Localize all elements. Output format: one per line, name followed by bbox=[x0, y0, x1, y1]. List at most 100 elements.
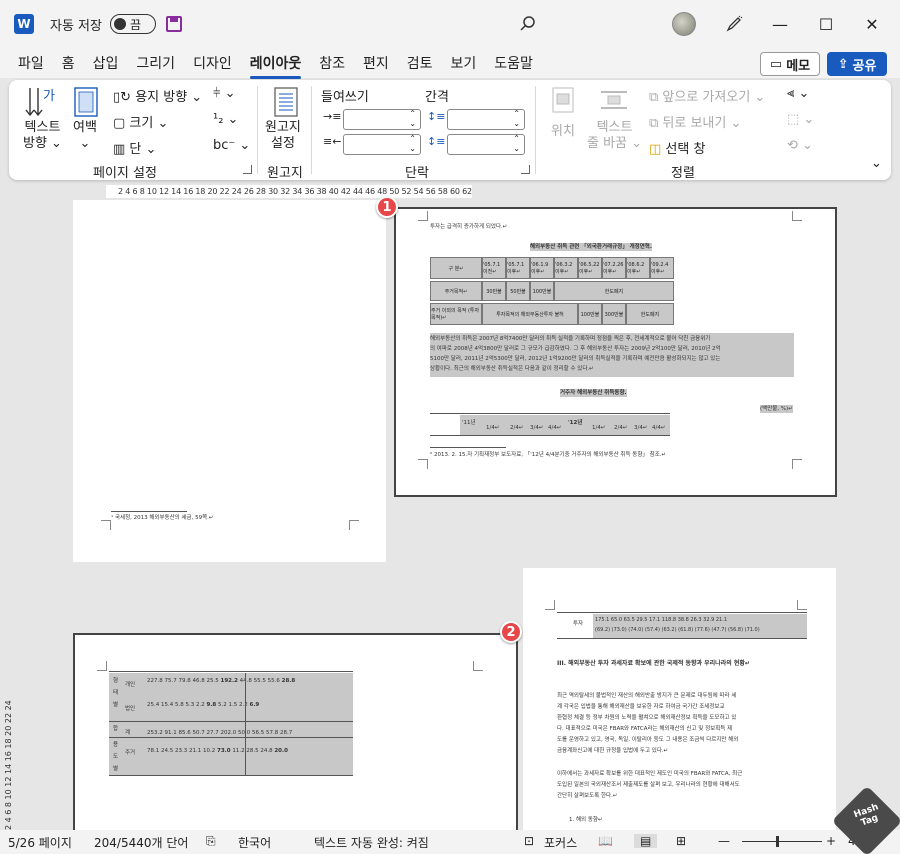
menu-help[interactable]: 도움말 bbox=[494, 49, 533, 77]
zoom-in-button[interactable]: + bbox=[826, 834, 836, 848]
table-caption: 해외부동산 취득 관련 「외국환거래규정」 개정연혁. bbox=[530, 243, 652, 251]
memo-button[interactable]: ▭ 메모 bbox=[760, 52, 820, 76]
align-button[interactable]: ⫷ ⌄ bbox=[787, 86, 809, 101]
search-icon[interactable] bbox=[518, 14, 538, 34]
margins-button[interactable]: 여백 ⌄ bbox=[73, 120, 97, 152]
menu-home[interactable]: 홈 bbox=[62, 49, 75, 77]
menu-file[interactable]: 파일 bbox=[18, 49, 44, 77]
wrap-text-button[interactable]: 텍스트 줄 바꿈 ⌄ bbox=[587, 120, 642, 152]
menu-review[interactable]: 검토 bbox=[407, 49, 433, 77]
svg-text:가: 가 bbox=[43, 89, 55, 104]
page-setup-launcher-icon[interactable] bbox=[243, 165, 252, 174]
position-icon bbox=[552, 87, 574, 113]
section-heading: III. 해외부동산 투자 과세자료 확보에 관한 국제적 동향과 우리나라의 … bbox=[557, 660, 750, 667]
callout-badge-2: 2 bbox=[500, 621, 522, 643]
orientation-label: 용지 방향 bbox=[135, 90, 188, 105]
table-cell: 100만불 bbox=[530, 281, 554, 301]
minimize-button[interactable]: — bbox=[770, 14, 790, 34]
page-thumbnail-2[interactable]: 투자는 급격히 증가하게 되었다.↵ 해외부동산 취득 관련 「외국환거래규정」… bbox=[394, 207, 837, 497]
columns-button[interactable]: ▥ 단 ⌄ bbox=[113, 138, 156, 157]
rotate-button[interactable]: ⟲ ⌄ bbox=[787, 138, 813, 153]
autocomplete-status[interactable]: 텍스트 자동 완성: 켜짐 bbox=[314, 834, 429, 851]
autosave-label: 자동 저장 bbox=[50, 18, 102, 34]
menu-insert[interactable]: 삽입 bbox=[93, 49, 119, 77]
horizontal-ruler[interactable]: 2 4 6 8 10 12 14 16 18 20 22 24 26 28 30… bbox=[106, 185, 472, 198]
text-direction-label-2: 방향 ⌄ bbox=[23, 136, 62, 151]
language-indicator[interactable]: 한국어 bbox=[238, 834, 271, 851]
page-thumbnail-3[interactable]: 형 태 별 합 용 도 별 개인 법인 계 주거 227.8 75.7 79.8… bbox=[73, 633, 518, 833]
zoom-slider-track[interactable] bbox=[742, 841, 822, 842]
selection-pane-icon: ◫ bbox=[649, 142, 666, 157]
spacing-after-input[interactable] bbox=[447, 134, 525, 155]
group-objects-button[interactable]: ⬚ ⌄ bbox=[787, 112, 814, 127]
text-direction-button[interactable]: 텍스트 방향 ⌄ bbox=[23, 120, 62, 152]
spacing-before-icon: ↕≡ bbox=[427, 110, 446, 123]
send-backward-button[interactable]: ⧉ 뒤로 보내기 ⌄ bbox=[649, 112, 741, 131]
breaks-button[interactable]: ⫩ ⌄ bbox=[213, 86, 236, 101]
year-label: '11년 bbox=[462, 420, 476, 426]
spacing-before-input[interactable] bbox=[447, 109, 525, 130]
autosave-toggle[interactable]: 끔 bbox=[109, 14, 156, 34]
margin-corner bbox=[792, 211, 802, 221]
focus-icon[interactable]: ⊡ bbox=[524, 834, 534, 848]
manuscript-setup-button[interactable]: 원고지 설정 bbox=[265, 120, 301, 152]
orientation-button[interactable]: ▯↻ 용지 방향 ⌄ bbox=[113, 86, 202, 105]
read-mode-icon[interactable]: 📖 bbox=[598, 834, 613, 848]
pen-icon[interactable] bbox=[724, 14, 744, 34]
page-count[interactable]: 5/26 페이지 bbox=[8, 834, 72, 851]
side-header: 합 bbox=[113, 726, 119, 732]
body-line: 투자는 급격히 증가하게 되었다.↵ bbox=[430, 224, 508, 230]
quarter-label: 1/4↵ bbox=[486, 425, 500, 431]
arrange-group-label: 정렬 bbox=[671, 166, 695, 181]
wrap-text-label-2: 줄 바꿈 ⌄ bbox=[587, 136, 643, 151]
menu-view[interactable]: 보기 bbox=[451, 49, 477, 77]
user-avatar[interactable] bbox=[672, 12, 696, 36]
indent-right-input[interactable] bbox=[343, 134, 421, 155]
body-line: 환협정 체결 등 정부 차원의 노력을 펼쳐으로 해외재산정보 획득을 도모하고… bbox=[557, 715, 737, 721]
word-count[interactable]: 204/5440개 단어 bbox=[94, 834, 188, 851]
bring-forward-icon: ⧉ bbox=[649, 90, 663, 105]
menu-design[interactable]: 디자인 bbox=[193, 49, 232, 77]
proofing-icon[interactable]: ⎘ bbox=[206, 834, 216, 849]
hyphenation-button[interactable]: bc⁻ ⌄ bbox=[213, 138, 250, 153]
indent-left-input[interactable] bbox=[343, 109, 421, 130]
footnote-separator bbox=[430, 447, 506, 448]
rotate-icon: ⟲ ⌄ bbox=[787, 138, 813, 153]
maximize-button[interactable]: ☐ bbox=[816, 14, 836, 34]
page-thumbnail-1[interactable]: ¹ 국세청, 2013 해외부동산의 세금, 59쪽.↵ bbox=[73, 200, 386, 562]
share-button[interactable]: ⇪ 공유 bbox=[827, 52, 887, 76]
position-button[interactable]: 위치 bbox=[551, 120, 575, 139]
web-layout-icon[interactable]: ⊞ bbox=[676, 834, 686, 848]
print-layout-icon[interactable]: ▤ bbox=[634, 834, 658, 848]
zoom-out-button[interactable]: — bbox=[718, 834, 730, 848]
collapse-ribbon-icon[interactable]: ⌄ bbox=[871, 156, 882, 171]
page-thumbnail-4[interactable]: 투자 175.1 65.0 63.5 29.5 17.1 118.8 38.8 … bbox=[523, 568, 836, 830]
body-line: 금융계좌신고에 대한 규정을 입법에 두고 있다.↵ bbox=[557, 748, 669, 754]
close-button[interactable]: ✕ bbox=[862, 14, 882, 34]
table-cell: 30만불 bbox=[482, 281, 506, 301]
paragraph-launcher-icon[interactable] bbox=[521, 165, 530, 174]
table-row: 구 분↵ '05.7.1 이전↵ '05.7.1 이후↵ '06.1.9 이후↵… bbox=[430, 257, 674, 279]
bring-forward-label: 앞으로 가져오기 bbox=[662, 90, 751, 105]
row-header: 개인 bbox=[125, 682, 136, 688]
line-numbers-button[interactable]: ¹₂ ⌄ bbox=[213, 112, 238, 127]
quarter-label: 3/4↵ bbox=[530, 425, 544, 431]
focus-mode-button[interactable]: 포커스 bbox=[544, 834, 577, 851]
wrap-text-icon bbox=[601, 91, 627, 109]
spacing-after-icon: ↕≡ bbox=[427, 135, 446, 148]
bring-forward-button[interactable]: ⧉ 앞으로 가져오기 ⌄ bbox=[649, 86, 765, 105]
table-cell: 300만불 bbox=[602, 303, 626, 325]
unit-label: (백만불, %)↵ bbox=[760, 405, 793, 413]
menu-mailings[interactable]: 편지 bbox=[363, 49, 389, 77]
menu-layout[interactable]: 레이아웃 bbox=[249, 49, 301, 79]
selection-pane-button[interactable]: ◫ 선택 창 bbox=[649, 138, 705, 157]
save-icon[interactable] bbox=[165, 16, 182, 32]
menu-references[interactable]: 참조 bbox=[319, 49, 345, 77]
size-button[interactable]: ▢ 크기 ⌄ bbox=[113, 112, 168, 131]
selection-pane-label: 선택 창 bbox=[665, 142, 706, 157]
autosave-state: 끔 bbox=[129, 17, 142, 32]
vertical-ruler[interactable]: 2 4 6 8 10 12 14 16 18 20 22 24 bbox=[4, 670, 18, 830]
menu-draw[interactable]: 그리기 bbox=[136, 49, 175, 77]
zoom-slider-thumb[interactable] bbox=[776, 836, 779, 847]
margin-corner bbox=[418, 459, 428, 469]
